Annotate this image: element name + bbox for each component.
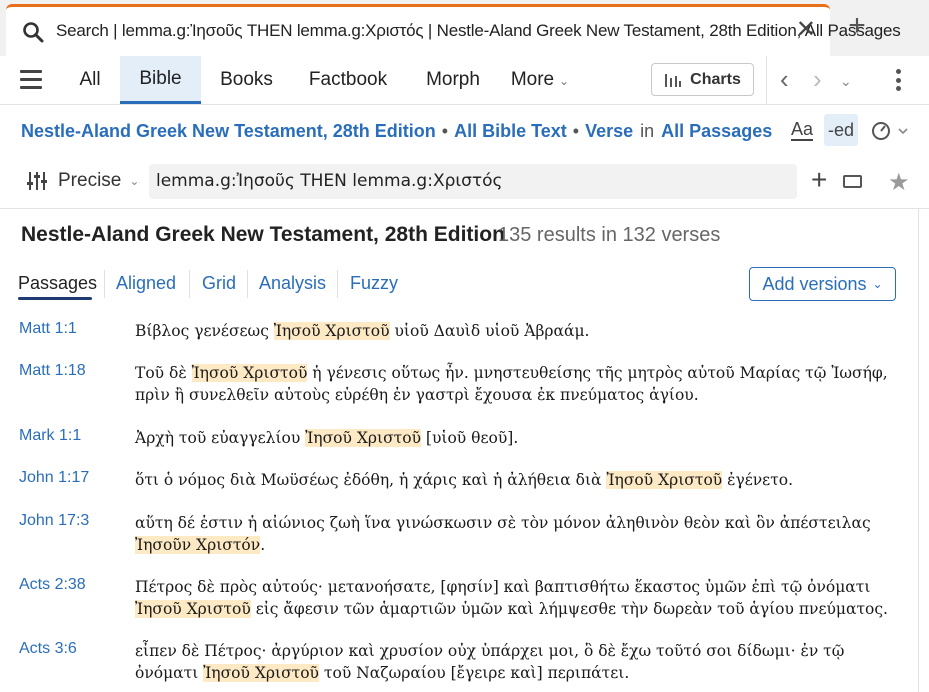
keyboard-icon[interactable] — [843, 175, 862, 188]
bullet-separator: • — [572, 121, 580, 141]
search-tab[interactable]: Search | lemma.g:Ἰησοῦς THEN lemma.g:Χρι… — [6, 4, 901, 56]
nav-divider — [766, 56, 767, 104]
search-hit-highlight[interactable]: Ἰησοῦ Χριστοῦ — [305, 429, 421, 447]
search-hit-highlight[interactable]: Ἰησοῦν Χριστόν — [135, 536, 261, 554]
back-arrow-icon[interactable]: ‹ — [780, 66, 789, 92]
verse-text: Πέτρος δὲ πρὸς αὐτούς· μετανοήσατε, [φησ… — [135, 576, 895, 620]
bar-chart-icon — [665, 73, 682, 87]
precision-dropdown[interactable]: Precise ⌄ — [26, 170, 139, 192]
search-hit-highlight[interactable]: Ἰησοῦ Χριστοῦ — [606, 471, 723, 489]
verse-text-segment: ὅτι ὁ νόμος διὰ Μωϋσέως ἐδόθη, ἡ χάρις κ… — [135, 471, 607, 489]
view-tab-analysis[interactable]: Analysis — [259, 273, 326, 294]
tab-morph[interactable]: Morph — [414, 56, 492, 104]
verse-text: Τοῦ δὲ Ἰησοῦ Χριστοῦ ἡ γένεσις οὕτως ἦν.… — [135, 362, 895, 406]
verse-text: ὅτι ὁ νόμος διὰ Μωϋσέως ἐδόθη, ἡ χάρις κ… — [135, 469, 895, 491]
tab-divider — [247, 270, 248, 298]
tab-bible[interactable]: Bible — [120, 56, 201, 104]
charts-button[interactable]: Charts — [651, 63, 754, 96]
nav-bar: All Bible Books Factbook Morph More ⌄ Ch… — [0, 56, 929, 105]
history-chevron-down-icon[interactable]: ⌄ — [840, 68, 852, 94]
verse-text-segment: Τοῦ δὲ — [135, 364, 192, 382]
passage-reference-link[interactable]: Acts 3:6 — [19, 640, 77, 658]
verse-text: αὕτη δέ ἐστιν ἡ αἰώνιος ζωὴ ἵνα γινώσκωσ… — [135, 512, 895, 556]
search-input[interactable]: lemma.g:Ἰησοῦς THEN lemma.g:Χριστός — [149, 164, 797, 199]
passage-reference-link[interactable]: Acts 2:38 — [19, 576, 86, 594]
text-scope-link[interactable]: All Bible Text — [454, 121, 567, 141]
verse-text: εἶπεν δὲ Πέτρος· ἀργύριον καὶ χρυσίον οὐ… — [135, 640, 895, 684]
verse-text-segment: Πέτρος δὲ πρὸς αὐτούς· μετανοήσατε, [φησ… — [135, 578, 871, 596]
verse-text-segment: ἐγένετο. — [722, 471, 794, 489]
tab-title: Search | lemma.g:Ἰησοῦς THEN lemma.g:Χρι… — [56, 21, 901, 40]
tab-divider — [337, 270, 338, 298]
add-term-icon[interactable]: + — [811, 166, 827, 194]
close-tab-icon[interactable]: ✕ — [796, 18, 816, 42]
add-versions-label: Add versions — [762, 273, 867, 294]
verse-text-segment: τοῦ Ναζωραίου [ἔγειρε καὶ] περιπάτει. — [318, 664, 630, 682]
scrollbar-track[interactable] — [918, 208, 919, 692]
verse-text-segment: αὕτη δέ ἐστιν ἡ αἰώνιος ζωὴ ἵνα γινώσκωσ… — [135, 514, 871, 532]
search-hit-highlight[interactable]: Ἰησοῦ Χριστοῦ — [203, 664, 319, 682]
verse-text-segment: [υἱοῦ θεοῦ]. — [421, 429, 519, 447]
precision-label: Precise — [58, 170, 122, 191]
view-tab-grid[interactable]: Grid — [202, 273, 236, 294]
search-hit-highlight[interactable]: Ἰησοῦ Χριστοῦ — [191, 364, 308, 382]
resource-link[interactable]: Nestle-Aland Greek New Testament, 28th E… — [21, 121, 436, 141]
results-count: 135 results in 132 verses — [498, 224, 721, 246]
view-tab-aligned[interactable]: Aligned — [116, 273, 176, 294]
tab-factbook[interactable]: Factbook — [298, 56, 398, 104]
view-tab-fuzzy[interactable]: Fuzzy — [350, 273, 398, 294]
menu-icon[interactable] — [20, 70, 42, 90]
history-icon[interactable] — [871, 120, 909, 142]
search-icon — [23, 22, 44, 43]
search-hit-highlight[interactable]: Ἰησοῦ Χριστοῦ — [135, 600, 251, 618]
add-versions-button[interactable]: Add versions ⌄ — [749, 267, 896, 301]
bullet-separator: • — [441, 121, 449, 141]
sliders-icon — [27, 172, 47, 190]
chevron-down-icon: ⌄ — [129, 174, 140, 188]
view-tab-passages[interactable]: Passages — [18, 273, 97, 294]
forward-arrow-icon[interactable]: › — [813, 66, 822, 92]
unit-link[interactable]: Verse — [585, 121, 633, 141]
results-title: Nestle-Aland Greek New Testament, 28th E… — [21, 223, 505, 246]
new-tab-button[interactable]: + — [842, 11, 872, 42]
charts-label: Charts — [690, 70, 741, 88]
verse-text-segment: . — [260, 536, 266, 554]
tab-all[interactable]: All — [64, 56, 116, 104]
verse-text-segment: Ἀρχὴ τοῦ εὐαγγελίου — [135, 429, 306, 447]
passage-reference-link[interactable]: Matt 1:18 — [19, 362, 86, 380]
more-label: More — [510, 69, 555, 90]
verse-text: Βίβλος γενέσεως Ἰησοῦ Χριστοῦ υἱοῦ Δαυὶδ… — [135, 320, 895, 342]
in-label: in — [640, 121, 655, 141]
verse-text-segment: Βίβλος γενέσεως — [135, 322, 274, 340]
passage-reference-link[interactable]: John 17:3 — [19, 512, 89, 530]
favorite-star-icon[interactable]: ★ — [888, 168, 910, 197]
search-scope: Nestle-Aland Greek New Testament, 28th E… — [21, 121, 772, 142]
chevron-down-icon: ⌄ — [559, 74, 570, 88]
range-link[interactable]: All Passages — [661, 121, 772, 141]
tab-more[interactable]: More ⌄ — [502, 56, 578, 104]
chevron-down-icon: ⌄ — [872, 277, 883, 291]
verse-text: Ἀρχὴ τοῦ εὐαγγελίου Ἰησοῦ Χριστοῦ [υἱοῦ … — [135, 427, 895, 449]
passage-reference-link[interactable]: Matt 1:1 — [19, 320, 77, 338]
word-forms-toggle[interactable]: -ed — [824, 114, 858, 146]
passage-reference-link[interactable]: John 1:17 — [19, 469, 89, 487]
tab-books[interactable]: Books — [210, 56, 283, 104]
active-tab-indicator — [18, 297, 92, 300]
search-hit-highlight[interactable]: Ἰησοῦ Χριστοῦ — [273, 322, 390, 340]
tab-divider — [189, 270, 190, 298]
verse-text-segment: εἰς ἄφεσιν τῶν ἁμαρτιῶν ὑμῶν καὶ λήμψεσθ… — [250, 600, 888, 618]
tab-divider — [104, 270, 105, 298]
case-sensitive-toggle[interactable]: Aa — [791, 119, 814, 141]
section-divider — [0, 208, 929, 209]
passage-reference-link[interactable]: Mark 1:1 — [19, 427, 81, 445]
tab-strip: Search | lemma.g:Ἰησοῦς THEN lemma.g:Χρι… — [0, 0, 929, 56]
verse-text-segment: υἱοῦ Δαυὶδ υἱοῦ Ἀβραάμ. — [389, 322, 590, 340]
more-options-icon[interactable] — [896, 69, 904, 93]
